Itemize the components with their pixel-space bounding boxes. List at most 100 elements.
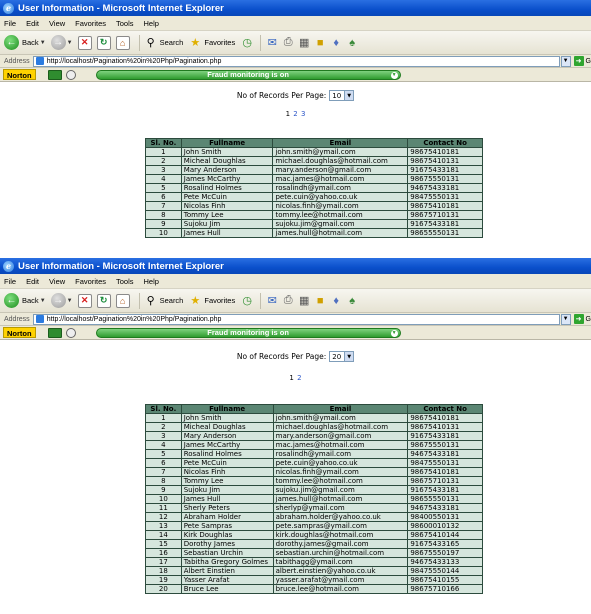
go-label[interactable]: G: [586, 316, 591, 323]
table-row: 6 Pete McCuin pete.cuin@yahoo.co.uk 9847555…: [145, 458, 483, 468]
people-icon[interactable]: ♠: [345, 294, 359, 308]
fraud-monitor-bar[interactable]: Fraud monitoring is on ▼: [95, 69, 401, 80]
chevron-down-icon[interactable]: ▼: [40, 298, 46, 304]
globe-icon[interactable]: [65, 327, 76, 338]
print-icon[interactable]: ⎙: [281, 294, 295, 308]
cell-contact: 98475550144: [407, 566, 483, 576]
globe-icon[interactable]: [65, 69, 76, 80]
cell-sl-no: 20: [145, 584, 182, 594]
menu-view[interactable]: View: [49, 277, 65, 286]
go-icon[interactable]: ➜: [573, 314, 584, 324]
norton-monitor-icon[interactable]: [47, 327, 62, 338]
norton-logo[interactable]: Norton: [3, 69, 36, 80]
chevron-down-icon[interactable]: ▼: [67, 40, 73, 46]
menu-edit[interactable]: Edit: [26, 19, 39, 28]
chevron-down-icon[interactable]: ▼: [67, 298, 73, 304]
forward-button[interactable]: → ▼: [50, 35, 73, 50]
cell-sl-no: 6: [145, 192, 182, 202]
page-link-3[interactable]: 3: [301, 110, 305, 118]
norton-logo[interactable]: Norton: [3, 327, 36, 338]
table-header: Sl. No. Fullname Email Contact No: [145, 404, 483, 414]
history-icon[interactable]: ◷: [240, 294, 254, 308]
folder-icon[interactable]: ■: [313, 36, 327, 50]
page-link-1[interactable]: 1: [286, 110, 290, 118]
back-button[interactable]: ← Back ▼: [4, 35, 46, 50]
messenger-icon[interactable]: ♦: [329, 294, 343, 308]
page-link-1[interactable]: 1: [289, 374, 293, 382]
cell-email: rosalindh@ymail.com: [272, 183, 409, 193]
stop-icon[interactable]: ✕: [77, 293, 92, 308]
table-row: 1 John Smith john.smith@ymail.com 986754101…: [145, 413, 483, 423]
address-input[interactable]: http://localhost/Pagination%20in%20Php/P…: [32, 313, 560, 325]
table-row: 14 Kirk Doughlas kirk.doughlas@hotmail.com…: [145, 530, 483, 540]
cell-email: dorothy.james@gmail.com: [272, 539, 409, 549]
cell-sl-no: 10: [145, 228, 182, 238]
cell-fullname: James McCarthy: [180, 174, 274, 184]
refresh-icon[interactable]: ↻: [96, 293, 111, 308]
menu-help[interactable]: Help: [144, 277, 159, 286]
ie-logo-icon: e: [3, 260, 14, 272]
search-button[interactable]: ⚲ Search: [144, 36, 184, 50]
records-select[interactable]: 20 ▼: [329, 351, 355, 362]
address-input[interactable]: http://localhost/Pagination%20in%20Php/P…: [32, 55, 560, 67]
records-select[interactable]: 10 ▼: [329, 90, 355, 101]
refresh-icon[interactable]: ↻: [96, 35, 111, 50]
go-label[interactable]: G: [586, 58, 591, 65]
go-icon[interactable]: ➜: [573, 56, 584, 66]
page-link-2[interactable]: 2: [293, 110, 297, 118]
folder-icon[interactable]: ■: [313, 294, 327, 308]
table-row: 18 Albert Einstien albert.einstien@yahoo.c…: [145, 566, 483, 576]
address-bar: Address http://localhost/Pagination%20in…: [0, 55, 591, 68]
table-row: 17 Tabitha Gregory Golmes tabithagg@ymail.…: [145, 557, 483, 567]
menu-edit[interactable]: Edit: [26, 277, 39, 286]
history-icon[interactable]: ◷: [240, 36, 254, 50]
stop-icon[interactable]: ✕: [77, 35, 92, 50]
messenger-icon[interactable]: ♦: [329, 36, 343, 50]
menu-tools[interactable]: Tools: [116, 19, 134, 28]
menu-file[interactable]: File: [4, 277, 16, 286]
page-link-2[interactable]: 2: [297, 374, 301, 382]
table-row: 20 Bruce Lee bruce.lee@hotmail.com 98675710…: [145, 584, 483, 594]
favorites-button[interactable]: ★ Favorites: [188, 36, 235, 50]
menu-file[interactable]: File: [4, 19, 16, 28]
menu-view[interactable]: View: [49, 19, 65, 28]
cell-sl-no: 3: [145, 165, 182, 175]
chevron-down-icon[interactable]: ▼: [40, 40, 46, 46]
home-icon[interactable]: ⌂: [115, 35, 130, 50]
cell-email: john.smith@ymail.com: [272, 147, 409, 157]
chevron-down-icon[interactable]: ▼: [560, 313, 571, 325]
back-button[interactable]: ← Back ▼: [4, 293, 46, 308]
cell-email: nicolas.finh@ymail.com: [272, 467, 409, 477]
cell-contact: 98675410131: [407, 156, 483, 166]
menu-tools[interactable]: Tools: [116, 277, 134, 286]
table-row: 13 Pete Sampras pete.sampras@ymail.com 9860…: [145, 521, 483, 531]
edit-icon[interactable]: ▦: [297, 294, 311, 308]
menu-favorites[interactable]: Favorites: [75, 277, 106, 286]
search-button[interactable]: ⚲ Search: [144, 294, 184, 308]
menu-help[interactable]: Help: [144, 19, 159, 28]
menu-favorites[interactable]: Favorites: [75, 19, 106, 28]
mail-icon[interactable]: ✉: [265, 36, 279, 50]
norton-monitor-icon[interactable]: [47, 69, 62, 80]
table-row: 7 Nicolas Finh nicolas.finh@ymail.com 98675…: [145, 467, 483, 477]
chevron-down-icon[interactable]: ▼: [390, 71, 398, 79]
table-row: 5 Rosalind Holmes rosalindh@ymail.com 94675…: [145, 449, 483, 459]
chevron-down-icon[interactable]: ▼: [560, 55, 571, 67]
fraud-monitor-bar[interactable]: Fraud monitoring is on ▼: [95, 327, 401, 338]
col-sl-no: Sl. No.: [145, 138, 182, 148]
cell-contact: 98475550131: [407, 192, 483, 202]
print-icon[interactable]: ⎙: [281, 36, 295, 50]
home-icon[interactable]: ⌂: [115, 293, 130, 308]
cell-sl-no: 8: [145, 476, 182, 486]
edit-icon[interactable]: ▦: [297, 36, 311, 50]
table-row: 9 Sujoku Jim sujoku.jim@gmail.com 916754331…: [145, 219, 483, 229]
cell-fullname: Pete Sampras: [180, 521, 274, 531]
mail-icon[interactable]: ✉: [265, 294, 279, 308]
forward-button[interactable]: → ▼: [50, 293, 73, 308]
chevron-down-icon[interactable]: ▼: [390, 329, 398, 337]
people-icon[interactable]: ♠: [345, 36, 359, 50]
favorites-button[interactable]: ★ Favorites: [188, 294, 235, 308]
cell-email: mary.anderson@gmail.com: [272, 431, 409, 441]
address-label: Address: [4, 315, 30, 323]
star-icon: ★: [190, 37, 201, 49]
